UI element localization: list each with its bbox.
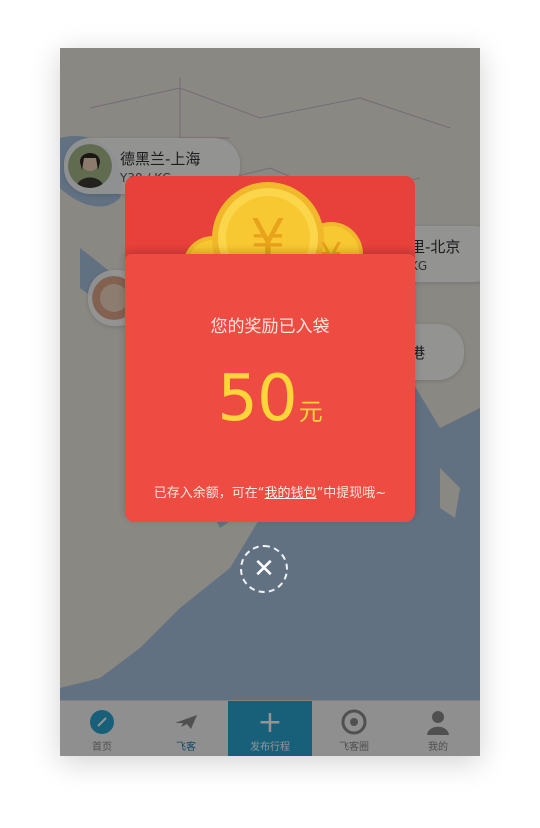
close-button[interactable]: ✕ (240, 545, 288, 593)
note-suffix: ”中提现哦~ (316, 486, 387, 501)
reward-note: 已存入余额，可在“我的钱包”中提现哦~ (0, 482, 540, 501)
red-envelope: ¥ ¥ (125, 176, 415, 522)
amount-number: 50 (217, 362, 297, 436)
note-prefix: 已存入余额，可在“ (153, 486, 265, 501)
my-wallet-link[interactable]: 我的钱包 (265, 486, 317, 501)
amount-unit: 元 (298, 398, 323, 426)
reward-amount: 50元 (0, 362, 540, 436)
reward-title: 您的奖励已入袋 (210, 317, 330, 337)
close-icon: ✕ (253, 554, 275, 584)
